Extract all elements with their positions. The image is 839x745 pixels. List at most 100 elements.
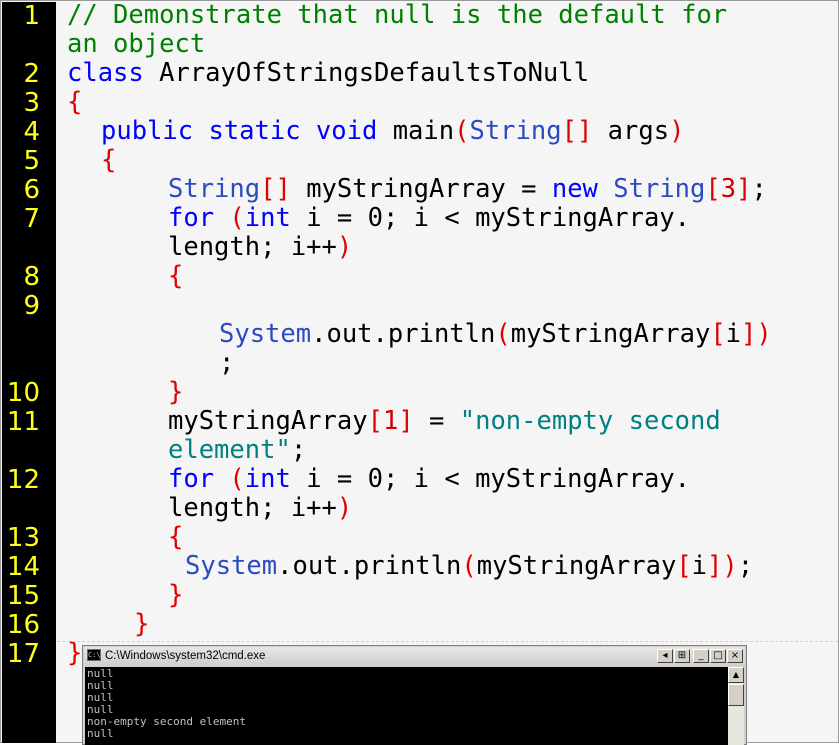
code-line: System.out.println(myStringArray[i]) [219, 320, 772, 349]
array-name: myStringArray [168, 406, 368, 436]
type-name: String [469, 116, 562, 146]
line-number-gutter: 1 2 3 4 5 6 7 8 9 10 11 12 13 14 15 16 1… [2, 2, 56, 743]
string-literal: "non-empty second [459, 406, 721, 436]
line-number: 6 [23, 175, 40, 205]
class-name: System [185, 551, 278, 581]
loop-condition: length; i++ [168, 493, 337, 523]
code-line: for (int i = 0; i < myStringArray. [168, 465, 690, 494]
string-literal: element" [168, 435, 291, 465]
code-comment-line: an object [67, 29, 206, 59]
brace: } [168, 580, 184, 610]
line-number: 2 [23, 59, 40, 89]
index-var: i [691, 551, 708, 581]
paren: ) [756, 319, 772, 349]
array-name: myStringArray [510, 319, 711, 349]
line-number: 1 [23, 1, 40, 31]
brace: } [67, 638, 83, 668]
brace: { [168, 522, 184, 552]
code-line: String[] myStringArray = new String[3]; [168, 175, 767, 204]
code-line: element"; [168, 436, 306, 465]
semicolon: ; [737, 551, 754, 581]
keyword: class [67, 58, 144, 88]
bracket: [ [705, 174, 721, 204]
paren: ( [229, 203, 245, 233]
brace: { [168, 261, 184, 291]
loop-condition: i = 0; i < myStringArray. [290, 203, 691, 233]
number-literal: 3 [720, 174, 737, 204]
semicolon: ; [751, 174, 767, 204]
current-line-indicator [57, 641, 838, 642]
bracket: ] [398, 406, 414, 436]
keyword: int [244, 203, 291, 233]
code-editor[interactable]: 1 2 3 4 5 6 7 8 9 10 11 12 13 14 15 16 1… [0, 0, 839, 743]
bracket: [ [676, 551, 692, 581]
keyword: for [168, 464, 215, 494]
bracket: ] [736, 174, 752, 204]
semicolon: ; [219, 348, 235, 378]
paren: ) [722, 551, 738, 581]
code-line: length; i++) [168, 494, 352, 523]
type-name: String [168, 174, 261, 204]
line-number: 4 [23, 117, 40, 147]
class-name: System [219, 319, 312, 349]
code-line: class ArrayOfStringsDefaultsToNull [67, 59, 589, 88]
maximize-button[interactable]: □ [710, 649, 726, 663]
console-title: C:\Windows\system32\cmd.exe [105, 650, 266, 662]
assign-op: = [413, 406, 460, 436]
type-name: String [613, 174, 706, 204]
console-window[interactable]: C:\ C:\Windows\system32\cmd.exe ◂ ⊞ _ □ … [82, 645, 747, 745]
minimize-button[interactable]: _ [693, 649, 709, 663]
line-number: 8 [23, 262, 40, 292]
code-line: for (int i = 0; i < myStringArray. [168, 204, 690, 233]
console-titlebar[interactable]: C:\ C:\Windows\system32\cmd.exe ◂ ⊞ _ □ … [84, 647, 745, 665]
line-number: 7 [23, 204, 40, 234]
vertical-scrollbar[interactable]: ▲ [728, 667, 744, 745]
paren: ) [669, 116, 685, 146]
brace: { [67, 87, 83, 117]
code-line: myStringArray[1] = "non-empty second [168, 407, 721, 436]
index-var: i [725, 319, 742, 349]
member-access: .out.println [277, 551, 462, 581]
code-line: public static void main(String[] args) [101, 117, 684, 146]
number-literal: 1 [382, 406, 399, 436]
brackets: [] [561, 116, 593, 146]
code-line: length; i++) [168, 233, 352, 262]
array-name: myStringArray [476, 551, 677, 581]
close-button[interactable]: × [727, 649, 743, 663]
paren: ) [336, 232, 353, 262]
line-number: 16 [6, 610, 40, 640]
keyword: new [551, 174, 598, 204]
param-name: args [592, 116, 670, 146]
loop-condition: length; i++ [168, 232, 337, 262]
bracket: [ [710, 319, 726, 349]
keyword: for [168, 203, 215, 233]
line-number: 15 [6, 581, 40, 611]
keyword: int [244, 464, 291, 494]
bracket: ] [741, 319, 757, 349]
toolbar-grid-button[interactable]: ⊞ [674, 649, 690, 663]
scroll-up-arrow-icon[interactable]: ▲ [728, 667, 744, 683]
brace: } [134, 609, 150, 639]
class-name: ArrayOfStringsDefaultsToNull [143, 58, 589, 88]
declaration: myStringArray = [290, 174, 552, 204]
paren: ) [336, 493, 353, 523]
loop-condition: i = 0; i < myStringArray. [290, 464, 691, 494]
line-number: 14 [6, 552, 40, 582]
brace: } [168, 377, 184, 407]
cmd-icon: C:\ [87, 649, 101, 661]
bracket: [ [367, 406, 383, 436]
brackets: [] [260, 174, 291, 204]
console-output[interactable]: null null null null non-empty second ele… [85, 667, 728, 745]
keyword: public static void [101, 116, 378, 146]
toolbar-back-button[interactable]: ◂ [657, 649, 673, 663]
line-number: 17 [6, 639, 40, 669]
scroll-thumb[interactable] [728, 684, 744, 706]
paren: ( [229, 464, 245, 494]
line-number: 12 [6, 465, 40, 495]
paren: ( [454, 116, 470, 146]
line-number: 9 [23, 291, 40, 321]
paren: ( [461, 551, 477, 581]
